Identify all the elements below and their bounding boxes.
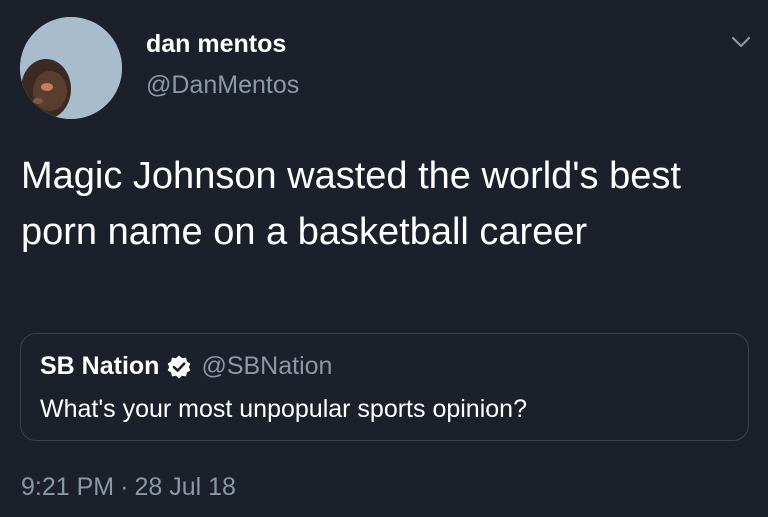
avatar[interactable] xyxy=(20,17,122,119)
author-name[interactable]: dan mentos xyxy=(146,30,286,59)
quoted-author-name: SB Nation xyxy=(40,352,160,380)
author-handle[interactable]: @DanMentos xyxy=(146,71,299,100)
quoted-tweet[interactable]: SB Nation @SBNation What's your most unp… xyxy=(20,333,749,441)
tweet-card: dan mentos @DanMentos Magic Johnson wast… xyxy=(0,0,768,517)
verified-badge-icon xyxy=(166,354,192,380)
tweet-time: 9:21 PM xyxy=(21,473,115,501)
quoted-tweet-header: SB Nation @SBNation xyxy=(40,352,332,381)
tweet-date: 28 Jul 18 xyxy=(134,473,236,501)
quoted-author-handle: @SBNation xyxy=(201,352,333,380)
tweet-text: Magic Johnson wasted the world's best po… xyxy=(21,155,681,253)
quoted-tweet-text: What's your most unpopular sports opinio… xyxy=(40,395,527,423)
avatar-photo xyxy=(20,17,122,119)
chevron-down-icon[interactable] xyxy=(730,34,752,50)
tweet-timestamp[interactable]: 9:21 PM · 28 Jul 18 xyxy=(21,473,236,502)
timestamp-separator: · xyxy=(120,473,129,501)
